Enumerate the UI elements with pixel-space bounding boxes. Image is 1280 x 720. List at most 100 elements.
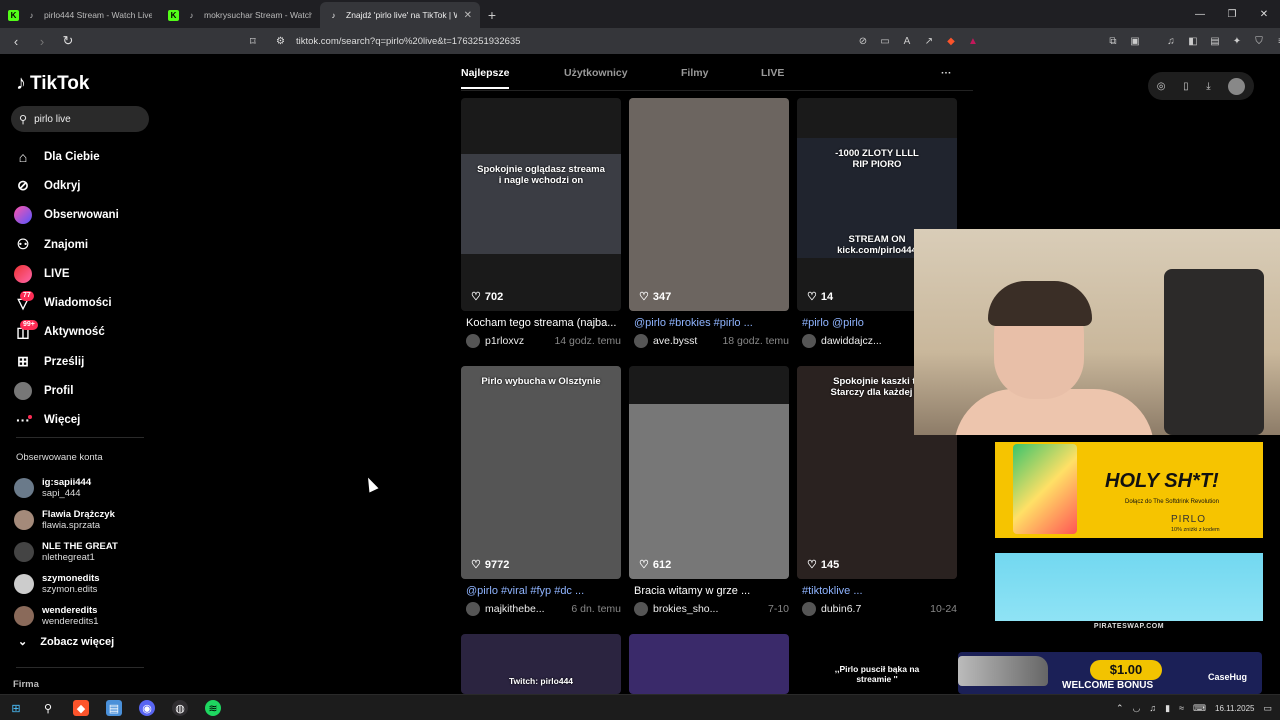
brave-rewards-icon[interactable]: ▲ — [966, 34, 980, 48]
followed-account[interactable]: wenderedits wenderedits1 — [14, 600, 154, 632]
video-card[interactable]: ♡ 347 @pirlo #brokies #pirlo ... ave.bysst 1… — [629, 98, 789, 353]
brave-shield-icon[interactable]: ◆ — [944, 34, 958, 48]
avatar[interactable] — [634, 334, 648, 348]
search-taskbar-icon[interactable]: ⚲ — [40, 700, 56, 716]
sidebar-item-znajomi[interactable]: ⚇ Znajomi — [14, 230, 154, 259]
tab-top[interactable]: Najlepsze — [461, 67, 510, 89]
restore-icon[interactable]: ❐ — [1216, 0, 1248, 28]
reload-icon[interactable]: ↻ — [58, 31, 78, 51]
video-thumbnail[interactable]: Spokojnie oglądasz streama i nagle wchod… — [461, 98, 621, 311]
download-icon[interactable]: ⤓ — [1206, 81, 1210, 92]
sidebar-item-live[interactable]: LIVE — [14, 259, 154, 288]
tab-videos[interactable]: Filmy — [681, 67, 708, 79]
video-author[interactable]: ave.bysst — [653, 335, 716, 347]
coin-icon[interactable]: ◎ — [1157, 81, 1166, 92]
avatar[interactable] — [466, 602, 480, 616]
language-icon[interactable]: ⌨ — [1193, 703, 1206, 714]
sidebar-item-więcej[interactable]: ··· Więcej — [14, 406, 154, 435]
menu-icon[interactable]: ≡ — [1274, 34, 1280, 48]
spotify-icon[interactable]: ≋ — [205, 700, 221, 716]
minimize-icon[interactable]: — — [1184, 0, 1216, 28]
tab-search-icon[interactable]: ▣ — [1128, 34, 1142, 48]
leo-ai-icon[interactable]: ✦ — [1230, 34, 1244, 48]
new-tab-button[interactable]: + — [480, 2, 504, 28]
close-window-icon[interactable]: ✕ — [1248, 0, 1280, 28]
avatar[interactable] — [802, 602, 816, 616]
browser-tab-1[interactable]: K ♪ pirlo444 Stream - Watch Live on — [0, 2, 160, 28]
video-card[interactable]: ♡ 612 Bracia witamy w grze ... brokies_sho.… — [629, 366, 789, 621]
account-handle: szymon.edits — [42, 584, 98, 595]
extensions-icon[interactable]: ⧉ — [1106, 34, 1120, 48]
video-thumbnail[interactable]: ♡ 347 — [629, 98, 789, 311]
volume-icon[interactable]: ♫ — [1149, 703, 1156, 713]
clock[interactable]: 16.11.2025 — [1215, 704, 1254, 713]
mute-icon[interactable]: ♪ — [186, 10, 197, 21]
mute-icon[interactable]: ♪ — [26, 10, 37, 21]
followed-account[interactable]: ig:sapii444 sapi_444 — [14, 472, 154, 504]
video-thumbnail[interactable]: ♡ 612 — [629, 366, 789, 579]
translate-icon[interactable]: A — [900, 34, 914, 48]
brave-icon[interactable]: ◆ — [73, 700, 89, 716]
tab-live[interactable]: LIVE — [761, 67, 784, 79]
forward-icon[interactable]: › — [32, 31, 52, 51]
site-info-icon[interactable]: ⚙ — [276, 36, 285, 47]
wifi-icon[interactable]: ≈ — [1179, 703, 1184, 713]
sidebar-item-profil[interactable]: Profil — [14, 376, 154, 405]
video-thumbnail[interactable]: Pirlo wybucha w Olsztynie ♡ 9772 — [461, 366, 621, 579]
avatar[interactable] — [634, 602, 648, 616]
share-icon[interactable]: ↗ — [922, 34, 936, 48]
video-author[interactable]: p1rloxvz — [485, 335, 548, 347]
files-icon[interactable]: ▤ — [106, 700, 122, 716]
tab-users[interactable]: Użytkownicy — [564, 67, 628, 79]
video-description[interactable]: Kocham tego streama (najba... — [466, 317, 621, 329]
video-thumbnail[interactable]: Twitch: pirlo444 — [461, 634, 621, 694]
video-description[interactable]: @pirlo #viral #fyp #dc ... — [466, 585, 621, 597]
browser-tab-2[interactable]: K ♪ mokrysuchar Stream - Watch Live — [160, 2, 320, 28]
video-description[interactable]: Bracia witamy w grze ... — [634, 585, 789, 597]
mic-icon[interactable]: ▮ — [1165, 703, 1170, 714]
tabs-more-icon[interactable]: ··· — [941, 67, 952, 79]
video-thumbnail[interactable]: ,,Pirlo puscił bąka na streamie '' — [797, 634, 957, 694]
sidebar-item-aktywność[interactable]: ◫ 99+ Aktywność — [14, 318, 154, 347]
bookmark-icon[interactable]: ⌑ — [250, 35, 256, 48]
followed-account[interactable]: Flawia Drążczyk flawia.sprzata — [14, 504, 154, 536]
vpn-icon[interactable]: ⛉ — [1252, 34, 1266, 48]
search-input[interactable]: ⚲ pirlo live — [11, 106, 149, 132]
video-description[interactable]: #tiktoklive ... — [802, 585, 957, 597]
back-icon[interactable]: ‹ — [6, 31, 26, 51]
video-author[interactable]: majkithebe... — [485, 603, 565, 615]
obs-icon[interactable]: ◍ — [172, 700, 188, 716]
sidebar-item-dla-ciebie[interactable]: ⌂ Dla Ciebie — [14, 142, 154, 171]
device-icon[interactable]: ▯ — [1183, 81, 1189, 92]
close-tab-icon[interactable]: ✕ — [464, 10, 472, 21]
notifications-icon[interactable]: ▭ — [1263, 703, 1272, 714]
video-author[interactable]: dubin6.7 — [821, 603, 924, 615]
tiktok-logo[interactable]: ♪ TikTok — [16, 72, 89, 95]
start-icon[interactable]: ⊞ — [8, 700, 24, 716]
wallet-icon[interactable]: ▤ — [1208, 34, 1222, 48]
chevron-up-icon[interactable]: ⌃ — [1116, 703, 1124, 714]
discord-icon[interactable]: ◉ — [139, 700, 155, 716]
video-author[interactable]: brokies_sho... — [653, 603, 762, 615]
headset-icon[interactable]: ◡ — [1133, 703, 1141, 714]
video-thumbnail[interactable] — [629, 634, 789, 694]
company-link[interactable]: Firma — [13, 679, 39, 690]
sidebar-item-wiadomości[interactable]: ▽ 77 Wiadomości — [14, 288, 154, 317]
browser-tab-3[interactable]: ♪ Znajdź 'pirlo live' na TikTok | Wy ✕ — [320, 2, 480, 28]
sidebar-item-obserwowani[interactable]: Obserwowani — [14, 201, 154, 230]
avatar[interactable] — [466, 334, 480, 348]
no-tracking-icon[interactable]: ⊘ — [856, 34, 870, 48]
avatar[interactable] — [802, 334, 816, 348]
sidebar-item-prześlij[interactable]: ⊞ Prześlij — [14, 347, 154, 376]
profile-avatar[interactable] — [1228, 77, 1246, 95]
video-card[interactable]: Spokojnie oglądasz streama i nagle wchod… — [461, 98, 621, 353]
followed-account[interactable]: NLE THE GREAT nlethegreat1 — [14, 536, 154, 568]
followed-account[interactable]: szymonedits szymon.edits — [14, 568, 154, 600]
sidebar-item-odkryj[interactable]: ⊘ Odkryj — [14, 171, 154, 200]
cast-icon[interactable]: ▭ — [878, 34, 892, 48]
video-description[interactable]: @pirlo #brokies #pirlo ... — [634, 317, 789, 329]
sidebar-icon[interactable]: ◧ — [1186, 34, 1200, 48]
video-card[interactable]: Pirlo wybucha w Olsztynie ♡ 9772 @pirlo #vi… — [461, 366, 621, 621]
media-icon[interactable]: ♫ — [1164, 34, 1178, 48]
see-more-button[interactable]: ⌄ Zobacz więcej — [18, 635, 114, 649]
